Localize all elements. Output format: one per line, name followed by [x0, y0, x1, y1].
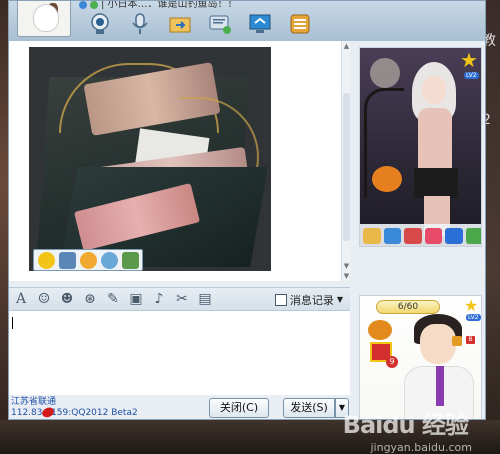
image-icon[interactable]: [122, 251, 139, 269]
contact-status: | 小日本…．谁是山钓鱼岛！！: [79, 1, 238, 11]
text-caret: [12, 317, 13, 329]
chat-toolbar: [87, 11, 313, 41]
message-history[interactable]: [9, 41, 350, 281]
chevron-down-icon: ▼: [336, 295, 343, 304]
show-avatar-face: [422, 76, 446, 104]
progress-bubble: 6/60: [376, 300, 440, 314]
image-icon[interactable]: ▣: [128, 291, 144, 307]
show-avatar-tie: [436, 366, 444, 406]
share-icon[interactable]: [383, 228, 401, 244]
like-icon[interactable]: [363, 228, 381, 244]
show-moon: [370, 58, 400, 88]
status-icon: [79, 1, 87, 9]
app-icon[interactable]: ▤: [197, 291, 213, 307]
received-photo[interactable]: [29, 47, 271, 271]
send-file-icon[interactable]: [167, 11, 193, 37]
scroll-down-arrow[interactable]: ▼: [342, 271, 351, 281]
status-text: | 小日本…．谁是山钓鱼岛！！: [101, 0, 238, 10]
refresh-icon[interactable]: [465, 228, 481, 244]
scroll-down-arrow[interactable]: ▼: [342, 261, 351, 271]
side-badge: B: [466, 336, 475, 344]
qq-chat-window: | 小日本…．谁是山钓鱼岛！！ ▲ ▼ ▼ A ☺ ☻ ⊛ ✎ ▣ ♪ ✂ ▤ …: [8, 0, 486, 420]
star-icon: ★: [460, 48, 478, 72]
scroll-up-arrow[interactable]: ▲: [342, 41, 351, 51]
baidu-watermark-url: jingyan.baidu.com: [370, 441, 472, 454]
image-toolbar: [33, 249, 143, 271]
pk-icon[interactable]: [445, 228, 463, 244]
app-box-icon[interactable]: [287, 11, 313, 37]
ip-version-text: 112.83. .159:QQ2012 Beta2: [11, 408, 138, 418]
music-icon[interactable]: ♪: [151, 291, 167, 307]
emoticon-icon[interactable]: ☺: [36, 291, 52, 307]
window-header: | 小日本…．谁是山钓鱼岛！！: [9, 1, 485, 41]
message-input[interactable]: [9, 311, 350, 395]
online-icon: [90, 1, 98, 9]
video-call-icon[interactable]: [87, 11, 113, 37]
pumpkin-icon: [372, 166, 402, 192]
bottom-bar: 江苏省联通 112.83. .159:QQ2012 Beta2 关闭(C) 发送…: [9, 395, 350, 419]
remote-assist-icon[interactable]: [247, 11, 273, 37]
voice-call-icon[interactable]: [127, 11, 153, 37]
history-label: 消息记录: [289, 293, 334, 307]
scroll-thumb[interactable]: [343, 93, 350, 241]
location-text: 江苏省联通: [11, 397, 57, 407]
emoticon-icon[interactable]: [38, 251, 55, 269]
my-qq-show[interactable]: 6/60 ★ LV2 9 B: [359, 295, 482, 419]
desktop-background-left: [0, 0, 8, 454]
level-badge: LV2: [464, 72, 479, 79]
font-icon[interactable]: A: [13, 291, 29, 307]
show-avatar-skirt: [414, 168, 458, 198]
contact-avatar[interactable]: [17, 1, 71, 37]
dress-icon[interactable]: [424, 228, 442, 244]
baidu-watermark: Baidu 经验: [342, 411, 469, 439]
magic-expression-icon[interactable]: ☻: [59, 291, 75, 307]
search-icon[interactable]: [101, 251, 118, 269]
level-badge: LV2: [466, 314, 481, 321]
contact-qq-show[interactable]: ★ LV2: [359, 47, 482, 247]
contact-location: 江苏省联通 112.83. .159:QQ2012 Beta2: [11, 397, 138, 419]
format-toolbar: A ☺ ☻ ⊛ ✎ ▣ ♪ ✂ ▤ 消息记录 ▼: [9, 287, 350, 311]
doodle-icon[interactable]: ✎: [105, 291, 121, 307]
screenshot-icon[interactable]: ✂: [174, 291, 190, 307]
shake-icon[interactable]: ⊛: [82, 291, 98, 307]
gift-icon[interactable]: [404, 228, 422, 244]
show-action-bar: [360, 224, 481, 246]
favorite-icon[interactable]: [80, 251, 97, 269]
create-group-icon[interactable]: [207, 11, 233, 37]
send-button[interactable]: 发送(S): [283, 398, 335, 418]
speaker-icon[interactable]: [452, 336, 462, 346]
message-scrollbar[interactable]: ▲ ▼ ▼: [341, 41, 350, 281]
history-icon: [274, 293, 287, 306]
avatar-head: [34, 5, 58, 31]
qq-show-panel: ★ LV2 6/60 ★ LV2 9 B: [357, 41, 485, 419]
show-avatar-face: [420, 324, 456, 364]
pumpkin-icon[interactable]: [368, 320, 392, 340]
message-history-button[interactable]: 消息记录 ▼: [272, 290, 346, 309]
star-icon: ★: [464, 296, 479, 315]
save-icon[interactable]: [59, 251, 76, 269]
close-button[interactable]: 关闭(C): [209, 398, 269, 418]
gift-count-badge: 9: [386, 356, 398, 368]
